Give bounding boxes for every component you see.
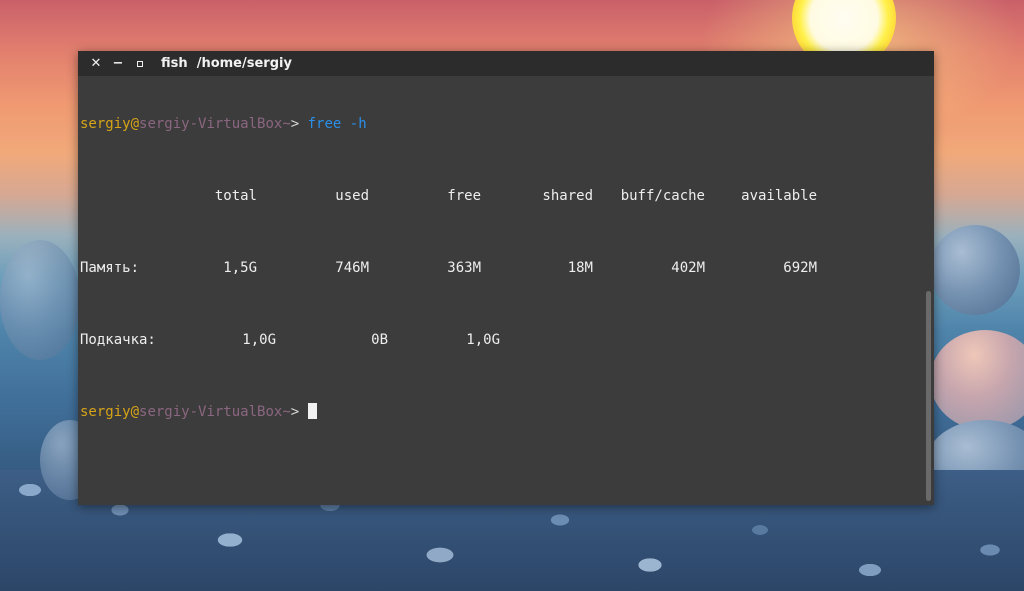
prompt-arrow: > [290, 404, 308, 420]
table-cell: 0B [371, 332, 388, 348]
titlebar[interactable]: ✕ − fish /home/sergiy [78, 51, 934, 76]
header-available: available [741, 188, 817, 204]
prompt-line: sergiy@sergiy-VirtualBox~> [80, 403, 934, 421]
prompt-at: @ [130, 116, 140, 132]
stone [930, 225, 1020, 315]
prompt-line: sergiy@sergiy-VirtualBox~> free -h [80, 115, 934, 133]
scrollbar[interactable] [926, 291, 931, 501]
command-name: free [307, 116, 342, 132]
title-path: /home/sergiy [196, 56, 292, 71]
prompt-user: sergiy [80, 404, 131, 420]
table-cell: 1,5G [223, 260, 257, 276]
close-icon[interactable]: ✕ [85, 51, 107, 76]
prompt-cwd: ~ [282, 116, 291, 132]
table-row-memory: Память: 1,5G 746M 363M 18M 402M 692M [80, 259, 934, 277]
header-buff-cache: buff/cache [620, 188, 705, 204]
header-total: total [214, 188, 257, 204]
table-cell: 1,0G [242, 332, 276, 348]
table-cell: 18M [567, 260, 593, 276]
prompt-host: sergiy-VirtualBox [139, 404, 283, 420]
header-free: free [447, 188, 481, 204]
prompt-arrow: > [290, 116, 308, 132]
header-used: used [335, 188, 369, 204]
window-title: fish /home/sergiy [161, 56, 292, 71]
table-cell: 692M [783, 260, 817, 276]
table-header-row: total used free shared buff/cache available [80, 187, 934, 205]
title-app: fish [161, 56, 188, 71]
row-label-swap: Подкачка: [80, 332, 156, 348]
prompt-host: sergiy-VirtualBox [139, 116, 283, 132]
table-cell: 1,0G [466, 332, 500, 348]
prompt-at: @ [130, 404, 140, 420]
table-cell: 402M [671, 260, 705, 276]
command-arg: -h [349, 116, 367, 132]
prompt-user: sergiy [80, 116, 131, 132]
header-shared: shared [542, 188, 593, 204]
prompt-cwd: ~ [282, 404, 291, 420]
table-row-swap: Подкачка: 1,0G 0B 1,0G [80, 331, 934, 349]
maximize-icon[interactable] [129, 51, 151, 76]
terminal-output[interactable]: sergiy@sergiy-VirtualBox~> free -h total… [78, 76, 934, 457]
stone [0, 240, 80, 360]
minimize-icon[interactable]: − [107, 51, 129, 76]
terminal-window[interactable]: ✕ − fish /home/sergiy sergiy@sergiy-Virt… [78, 51, 934, 505]
row-label-memory: Память: [80, 260, 140, 276]
table-cell: 363M [447, 260, 481, 276]
table-cell: 746M [335, 260, 369, 276]
stone [930, 330, 1024, 430]
text-cursor[interactable] [307, 403, 317, 419]
